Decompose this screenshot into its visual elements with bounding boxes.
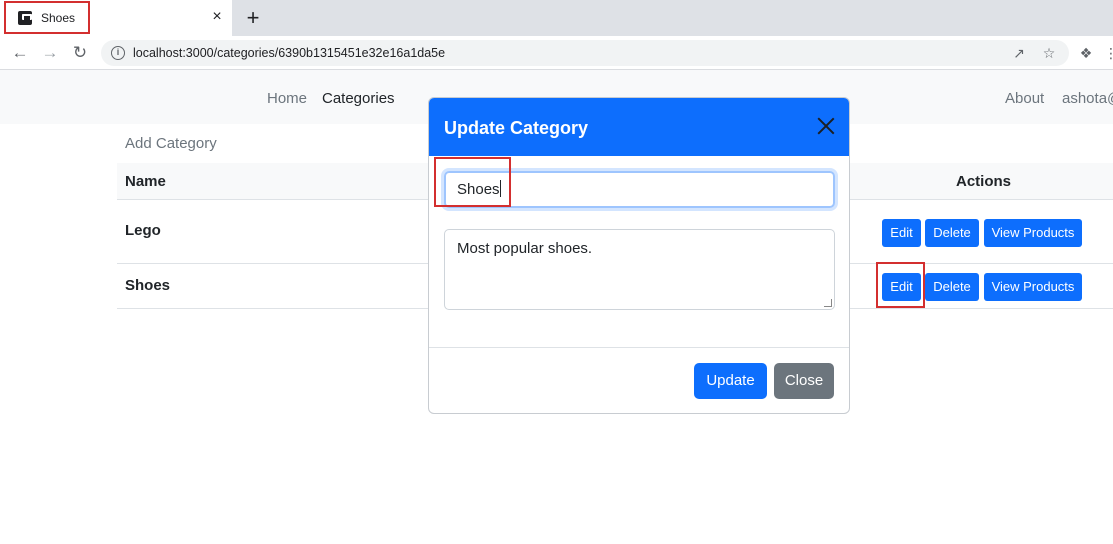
new-tab-icon[interactable]: + [243,7,263,29]
modal-header: Update Category [429,98,849,156]
update-button[interactable]: Update [694,363,767,399]
close-button[interactable]: Close [774,363,834,399]
category-name: Lego [125,222,161,239]
delete-button[interactable]: Delete [925,273,979,301]
nav-home[interactable]: Home [267,90,307,107]
description-textarea[interactable]: Most popular shoes. [444,229,835,310]
nav-about[interactable]: About [1005,90,1044,107]
description-value: Most popular shoes. [457,240,593,257]
forward-icon[interactable]: → [39,42,61,64]
back-icon[interactable]: ← [9,42,31,64]
highlight-box-name-input [434,157,511,207]
star-icon[interactable]: ☆ [1039,43,1059,63]
add-category-link[interactable]: Add Category [125,135,217,152]
url-text: localhost:3000/categories/6390b1315451e3… [133,46,446,60]
highlight-box-edit [876,262,925,308]
highlight-box-tab [4,1,90,34]
edit-button[interactable]: Edit [882,219,921,247]
modal-footer: Update Close [429,347,849,413]
share-icon[interactable]: ↗ [1009,43,1029,63]
nav-categories[interactable]: Categories [322,90,395,107]
address-bar[interactable]: i localhost:3000/categories/6390b1315451… [101,40,1069,66]
reload-icon[interactable]: ↻ [69,42,91,64]
view-products-button[interactable]: View Products [984,273,1082,301]
menu-icon[interactable]: ⋮ [1102,44,1113,62]
close-icon[interactable] [814,114,838,138]
close-tab-icon[interactable]: × [208,8,226,26]
delete-button[interactable]: Delete [925,219,979,247]
update-category-modal: Update Category Shoes Most popular shoes… [428,97,850,414]
resize-grip-icon[interactable] [824,299,832,307]
view-products-button[interactable]: View Products [984,219,1082,247]
category-name: Shoes [125,277,171,294]
browser-toolbar: ← → ↻ i localhost:3000/categories/6390b1… [0,36,1113,70]
info-icon[interactable]: i [111,46,125,60]
extensions-icon[interactable]: ❖ [1077,44,1095,62]
browser-tabstrip: Shoes × + [0,0,1113,36]
header-name: Name [125,173,166,190]
modal-title: Update Category [444,118,589,138]
header-actions: Actions [956,173,1012,190]
nav-user[interactable]: ashota@ [1062,90,1113,107]
